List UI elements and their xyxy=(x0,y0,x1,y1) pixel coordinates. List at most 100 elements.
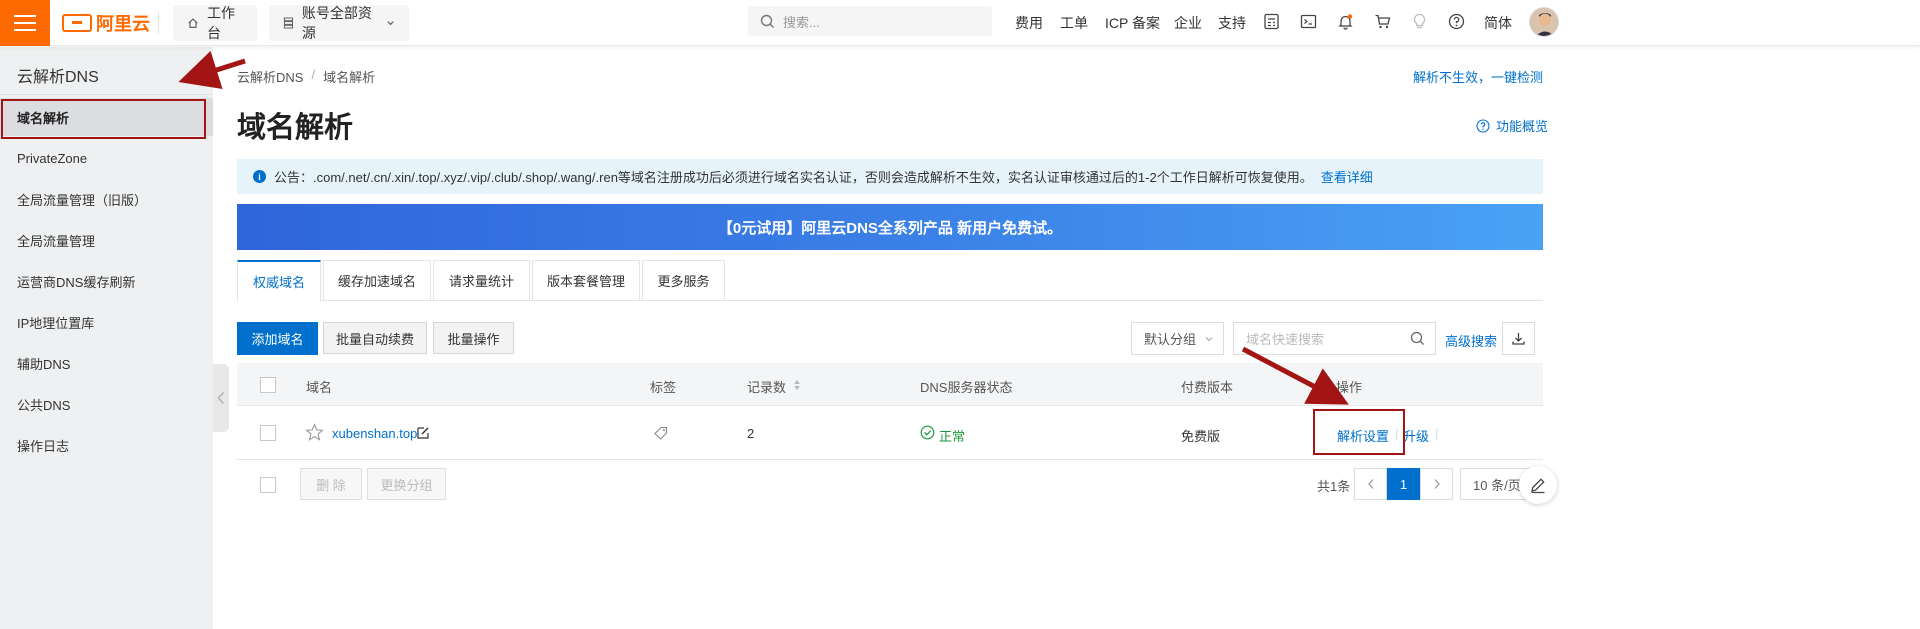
add-domain-button[interactable]: 添加域名 xyxy=(237,322,318,355)
pencil-icon xyxy=(1531,478,1545,494)
dns-status-value: 正常 xyxy=(939,429,966,444)
batch-operations-button[interactable]: 批量操作 xyxy=(433,322,514,354)
download-icon xyxy=(1512,333,1525,345)
sidebar-item-operation-log[interactable]: 操作日志 xyxy=(0,426,213,464)
column-header-records[interactable]: 记录数 xyxy=(747,377,786,396)
tab-more-services[interactable]: 更多服务 xyxy=(642,260,725,301)
database-icon xyxy=(283,17,293,29)
sidebar-collapse-handle[interactable] xyxy=(213,364,229,432)
nav-link-enterprise[interactable]: 企业 xyxy=(1174,13,1202,33)
domain-name-link[interactable]: xubenshan.top xyxy=(332,426,417,441)
edition-value: 免费版 xyxy=(1181,429,1221,444)
tab-plan-management[interactable]: 版本套餐管理 xyxy=(532,260,640,301)
tab-cache-domains[interactable]: 缓存加速域名 xyxy=(323,260,431,301)
footer-select-all-checkbox[interactable] xyxy=(260,477,276,493)
overview-label: 功能概览 xyxy=(1496,119,1549,134)
global-search-input[interactable]: 搜索... xyxy=(748,6,992,36)
breadcrumb: 云解析DNS / 域名解析 xyxy=(237,67,375,86)
select-all-checkbox[interactable] xyxy=(260,377,276,393)
calculator-icon[interactable] xyxy=(1262,12,1280,30)
cart-icon[interactable] xyxy=(1373,12,1391,30)
help-icon xyxy=(1476,118,1490,133)
tag-icon[interactable] xyxy=(654,426,668,440)
promo-banner[interactable]: 【0元试用】阿里云DNS全系列产品 新用户免费试。 xyxy=(237,204,1543,250)
nav-link-tickets[interactable]: 工单 xyxy=(1060,13,1088,33)
bell-icon[interactable] xyxy=(1336,12,1354,30)
terminal-icon[interactable] xyxy=(1299,12,1317,30)
sidebar-item-dns-cache-refresh[interactable]: 运营商DNS缓存刷新 xyxy=(0,262,213,300)
record-count: 2 xyxy=(747,426,755,441)
sidebar-item-domain-resolution[interactable]: 域名解析 xyxy=(0,98,213,136)
feature-overview-link[interactable]: 功能概览 xyxy=(1476,116,1548,135)
delete-button[interactable]: 删 除 xyxy=(300,468,362,500)
annotation-arrows xyxy=(178,50,1349,405)
sidebar-item-gtm[interactable]: 全局流量管理 xyxy=(0,221,213,259)
sidebar-item-label: 操作日志 xyxy=(17,438,70,454)
search-icon[interactable] xyxy=(1410,331,1425,346)
aliyun-logo-mark xyxy=(62,14,92,32)
sidebar-item-secondary-dns[interactable]: 辅助DNS xyxy=(0,344,213,382)
prev-page-button[interactable] xyxy=(1354,468,1387,500)
dns-settings-link[interactable]: 解析设置 xyxy=(1337,426,1389,445)
upgrade-link[interactable]: 升级 xyxy=(1403,426,1429,445)
group-select-value: 默认分组 xyxy=(1144,332,1197,347)
batch-renew-button[interactable]: 批量自动续费 xyxy=(323,322,427,354)
dns-check-link[interactable]: 解析不生效，一键检测 xyxy=(1413,67,1543,86)
notice-text: 公告：.com/.net/.cn/.xin/.top/.xyz/.vip/.cl… xyxy=(274,170,1313,185)
search-icon xyxy=(760,14,774,28)
nav-link-icp[interactable]: ICP 备案 xyxy=(1105,13,1160,33)
nav-link-support[interactable]: 支持 xyxy=(1218,13,1246,33)
tab-label: 更多服务 xyxy=(657,274,710,289)
breadcrumb-item-dns[interactable]: 云解析DNS xyxy=(237,67,303,86)
workbench-button[interactable]: 工作台 xyxy=(173,5,257,41)
notice-details-link[interactable]: 查看详细 xyxy=(1321,167,1373,186)
help-icon[interactable] xyxy=(1447,12,1465,30)
star-icon[interactable] xyxy=(305,423,324,442)
lightbulb-icon[interactable] xyxy=(1410,12,1428,30)
action-divider: | xyxy=(1435,426,1439,441)
total-count: 共1条 xyxy=(1317,479,1351,494)
current-page: 1 xyxy=(1399,476,1408,492)
sidebar-title: 云解析DNS xyxy=(17,69,99,86)
sidebar-item-privatezone[interactable]: PrivateZone xyxy=(0,139,213,177)
page-size-value: 10 条/页 xyxy=(1473,477,1521,493)
download-button[interactable] xyxy=(1502,322,1535,355)
resources-dropdown[interactable]: 账号全部资源 xyxy=(269,5,409,41)
avatar[interactable] xyxy=(1529,7,1559,37)
nav-link-billing[interactable]: 费用 xyxy=(1015,13,1043,33)
chevron-left-icon xyxy=(1367,479,1373,489)
check-circle-icon xyxy=(920,425,935,440)
advanced-search-link[interactable]: 高级搜索 xyxy=(1445,331,1497,350)
sidebar: 云解析DNS 域名解析 PrivateZone 全局流量管理（旧版） 全局流量管… xyxy=(0,47,213,629)
notice-banner: i 公告：.com/.net/.cn/.xin/.top/.xyz/.vip/.… xyxy=(237,159,1543,194)
top-navbar: 阿里云 工作台 账号全部资源 搜索... 费用 工单 ICP 备案 企业 支持 … xyxy=(0,0,1920,46)
edit-icon[interactable] xyxy=(416,426,430,440)
group-select[interactable]: 默认分组 xyxy=(1131,322,1224,355)
column-header-domain: 域名 xyxy=(306,380,333,395)
chevron-down-icon xyxy=(1205,336,1213,341)
info-icon: i xyxy=(253,170,266,183)
next-page-button[interactable] xyxy=(1420,468,1453,500)
sort-icon[interactable] xyxy=(793,379,801,391)
floating-edit-button[interactable] xyxy=(1519,466,1557,504)
breadcrumb-item-current: 域名解析 xyxy=(323,70,376,85)
sidebar-item-public-dns[interactable]: 公共DNS xyxy=(0,385,213,423)
tab-authoritative-domains[interactable]: 权威域名 xyxy=(237,260,321,302)
language-switch[interactable]: 简体 xyxy=(1484,13,1512,33)
tab-label: 缓存加速域名 xyxy=(337,274,416,289)
hamburger-menu-button[interactable] xyxy=(0,0,50,46)
table-row: xubenshan.top 2 正常 免费版 解析设置 | 升级 | xyxy=(237,407,1543,460)
tab-request-stats[interactable]: 请求量统计 xyxy=(433,260,530,301)
chevron-right-icon xyxy=(1434,479,1440,489)
column-header-dns-status: DNS服务器状态 xyxy=(920,380,1013,395)
sidebar-item-ip-geo[interactable]: IP地理位置库 xyxy=(0,303,213,341)
row-checkbox[interactable] xyxy=(260,425,276,441)
domain-search-input[interactable]: 域名快速搜索 xyxy=(1233,322,1436,355)
tab-label: 权威域名 xyxy=(252,275,305,290)
divider xyxy=(158,12,159,34)
sidebar-item-label: 全局流量管理（旧版） xyxy=(17,192,148,208)
change-group-button[interactable]: 更换分组 xyxy=(367,468,446,500)
aliyun-logo[interactable]: 阿里云 xyxy=(62,10,150,36)
page-number-button[interactable]: 1 xyxy=(1387,468,1420,500)
sidebar-item-gtm-legacy[interactable]: 全局流量管理（旧版） xyxy=(0,180,213,218)
